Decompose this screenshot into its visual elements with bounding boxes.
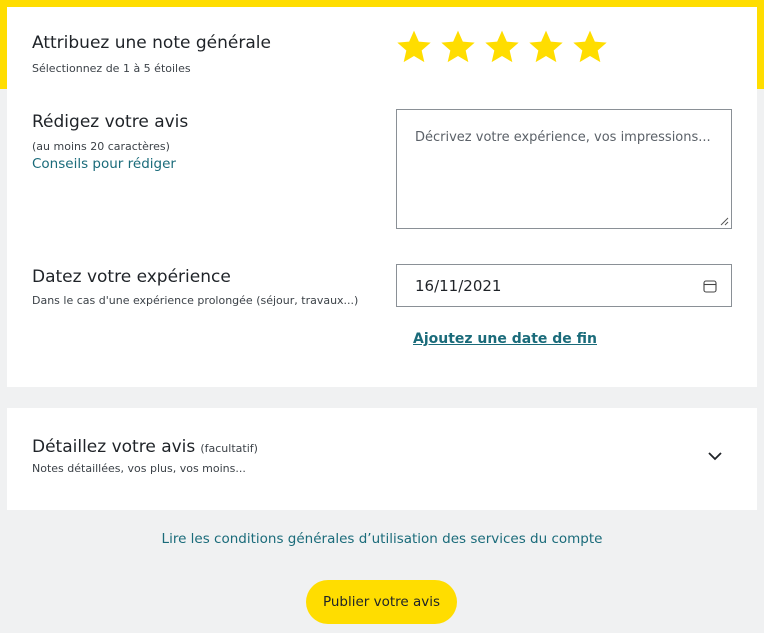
review-subtitle: (au moins 20 caractères) [32,140,170,153]
resize-grip-icon[interactable] [719,216,729,226]
terms-link[interactable]: Lire les conditions générales d’utilisat… [0,531,764,547]
star-rating[interactable] [394,27,610,67]
star-icon[interactable] [482,27,522,67]
details-heading[interactable]: Détaillez votre avis (facultatif) [32,437,258,457]
date-input[interactable]: 16/11/2021 [396,264,732,307]
writing-tips-link[interactable]: Conseils pour rédiger [32,156,176,172]
star-icon[interactable] [526,27,566,67]
date-subtitle: Dans le cas d'une expérience prolongée (… [32,294,359,307]
review-textarea[interactable] [396,109,732,229]
publish-review-button[interactable]: Publier votre avis [306,580,457,624]
rating-subtitle: Sélectionnez de 1 à 5 étoiles [32,62,191,75]
details-title: Détaillez votre avis [32,437,196,457]
details-subtitle: Notes détaillées, vos plus, vos moins... [32,462,246,475]
details-optional-label: (facultatif) [200,442,258,455]
calendar-icon[interactable] [703,279,717,293]
review-title: Rédigez votre avis [32,112,189,132]
date-value: 16/11/2021 [415,276,502,295]
star-icon[interactable] [394,27,434,67]
add-end-date-link[interactable]: Ajoutez une date de fin [413,331,597,347]
rating-title: Attribuez une note générale [32,33,271,53]
star-icon[interactable] [570,27,610,67]
details-card[interactable] [7,408,757,510]
date-title: Datez votre expérience [32,267,231,287]
star-icon[interactable] [438,27,478,67]
chevron-down-icon[interactable] [706,449,724,463]
